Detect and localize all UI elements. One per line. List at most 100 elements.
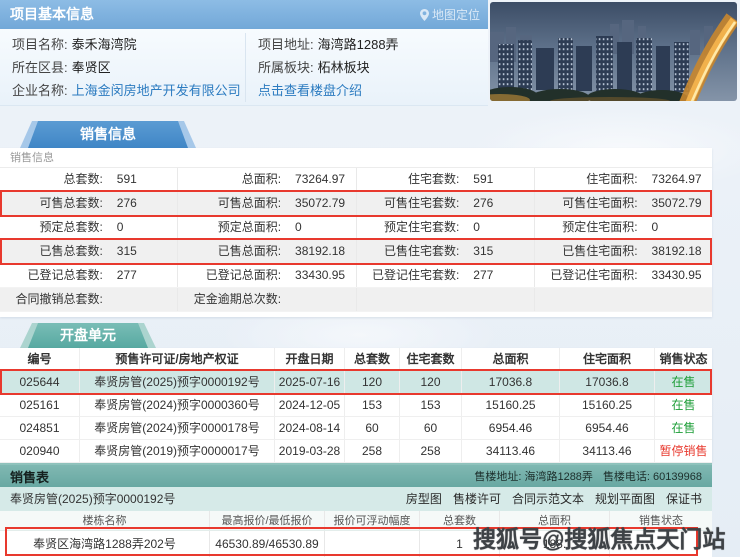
sales-info-cell: 总面积:73264.97 [178, 168, 356, 191]
field-value: 0 [281, 216, 355, 239]
cell: 6954.46 [462, 417, 560, 439]
field-label [535, 288, 638, 311]
cell: 奉贤区海湾路1288弄202号 [0, 531, 210, 557]
field-value [459, 288, 533, 311]
column-header: 报价可浮动幅度 [325, 511, 420, 530]
cell: 奉贤房管(2019)预字0000017号 [80, 440, 275, 462]
opening-unit-row[interactable]: 024851奉贤房管(2024)预字0000178号2024-08-146060… [0, 417, 712, 440]
sales-info-cell [357, 288, 535, 311]
field-label: 可售总面积: [178, 192, 281, 215]
cell: 6954.46 [560, 417, 655, 439]
sales-office-info: 售楼地址: 海湾路1288弄 售楼电话: 60139968 [474, 468, 702, 484]
sales-info-cell: 已售总面积:38192.18 [178, 240, 356, 263]
opening-units-rows: 025644奉贤房管(2025)预字0000192号2025-07-161201… [0, 371, 712, 463]
doc-link[interactable]: 保证书 [666, 487, 702, 511]
project-block-label: 所属板块: [258, 60, 314, 75]
cell: 2025-07-16 [275, 371, 345, 393]
opening-units-panel: 编号预售许可证/房地产权证开盘日期总套数住宅套数总面积住宅面积销售状态 0256… [0, 348, 712, 463]
project-info-panel: 项目名称:泰禾海湾院 所在区县:奉贤区 企业名称:上海金闵房地产开发有限公司 项… [0, 29, 488, 106]
cell: 34113.46 [560, 440, 655, 462]
field-label: 预定住宅面积: [535, 216, 638, 239]
sales-info-cell: 已登记住宅面积:33430.95 [535, 264, 712, 287]
intro-link[interactable]: 点击查看楼盘介绍 [258, 83, 362, 98]
column-header: 住宅面积 [560, 348, 655, 370]
sales-info-row: 预定总套数:0预定总面积:0预定住宅套数:0预定住宅面积:0 [0, 216, 712, 240]
field-value: 315 [459, 240, 533, 263]
cell: 258 [345, 440, 400, 462]
field-value: 0 [103, 216, 177, 239]
opening-unit-row[interactable]: 020940奉贤房管(2019)预字0000017号2019-03-282582… [0, 440, 712, 463]
sales-info-cell [535, 288, 712, 311]
field-label [357, 288, 460, 311]
field-label: 已登记总套数: [0, 264, 103, 287]
map-locate-link[interactable]: 地图定位 [420, 0, 480, 29]
sale-status: 暂停销售 [655, 440, 712, 462]
cell: 153 [345, 394, 400, 416]
sales-info-cell: 已登记总套数:277 [0, 264, 178, 287]
field-label: 总面积: [178, 168, 281, 191]
project-photo [490, 2, 737, 101]
field-value: 33430.95 [281, 264, 355, 287]
project-name-row: 项目名称:泰禾海湾院 [0, 33, 244, 56]
sales-info-cell: 预定住宅面积:0 [535, 216, 712, 239]
field-value [103, 288, 177, 311]
project-company-label: 企业名称: [12, 83, 68, 98]
sales-table-links: 房型图售楼许可合同示范文本规划平面图保证书 [406, 487, 702, 511]
cell: 17036.8 [560, 371, 655, 393]
field-label: 可售住宅套数: [357, 192, 460, 215]
sales-info-cell: 已售住宅面积:38192.18 [535, 240, 712, 263]
sales-info-row: 合同撤销总套数: 定金逾期总次数: [0, 288, 712, 312]
sales-info-cell: 住宅套数:591 [357, 168, 535, 191]
field-value: 73264.97 [281, 168, 355, 191]
sales-info-cell: 合同撤销总套数: [0, 288, 178, 311]
doc-link[interactable]: 规划平面图 [595, 487, 655, 511]
sales-info-cell: 已售总套数:315 [0, 240, 178, 263]
cell: 15160.25 [560, 394, 655, 416]
sales-info-cell: 可售住宅套数:276 [357, 192, 535, 215]
field-label: 预定总面积: [178, 216, 281, 239]
sales-info-panel: 销售信息 总套数:591总面积:73264.97住宅套数:591住宅面积:732… [0, 148, 712, 317]
sales-info-cell: 已登记住宅套数:277 [357, 264, 535, 287]
map-locate-label: 地图定位 [432, 6, 480, 23]
sales-info-cell: 已登记总面积:33430.95 [178, 264, 356, 287]
sales-info-row: 已售总套数:315已售总面积:38192.18已售住宅套数:315已售住宅面积:… [0, 240, 712, 264]
field-label: 总套数: [0, 168, 103, 191]
sales-info-cell: 定金逾期总次数: [178, 288, 356, 311]
company-link[interactable]: 上海金闵房地产开发有限公司 [72, 83, 241, 98]
permit-number: 奉贤房管(2025)预字0000192号 [10, 487, 175, 511]
sales-office-phone: 售楼电话: 60139968 [603, 468, 702, 484]
opening-unit-row[interactable]: 025644奉贤房管(2025)预字0000192号2025-07-161201… [0, 371, 712, 394]
sales-info-row: 总套数:591总面积:73264.97住宅套数:591住宅面积:73264.97 [0, 168, 712, 192]
column-header: 总套数 [345, 348, 400, 370]
field-label: 已售住宅面积: [535, 240, 638, 263]
column-header: 编号 [0, 348, 80, 370]
tab-opening-units: 开盘单元 [28, 323, 148, 348]
doc-link[interactable]: 售楼许可 [453, 487, 501, 511]
sales-table-title: 销售表 [10, 467, 49, 486]
field-label: 可售总套数: [0, 192, 103, 215]
field-value: 315 [103, 240, 177, 263]
sales-office-address: 售楼地址: 海湾路1288弄 [474, 468, 593, 484]
doc-link[interactable]: 合同示范文本 [512, 487, 584, 511]
sales-info-cell: 预定总套数:0 [0, 216, 178, 239]
cell: 46530.89/46530.89 [210, 531, 325, 557]
map-pin-icon [420, 9, 429, 21]
opening-unit-row[interactable]: 025161奉贤房管(2024)预字0000360号2024-12-051531… [0, 394, 712, 417]
sales-info-cell: 预定总面积:0 [178, 216, 356, 239]
sales-info-row: 可售总套数:276可售总面积:35072.79可售住宅套数:276可售住宅面积:… [0, 192, 712, 216]
field-value: 38192.18 [281, 240, 355, 263]
field-value: 591 [459, 168, 533, 191]
project-district-label: 所在区县: [12, 60, 68, 75]
cell: 2019-03-28 [275, 440, 345, 462]
field-label: 合同撤销总套数: [0, 288, 103, 311]
column-header: 销售状态 [655, 348, 712, 370]
field-value: 33430.95 [638, 264, 712, 287]
field-label: 住宅面积: [535, 168, 638, 191]
doc-link[interactable]: 房型图 [406, 487, 442, 511]
field-value: 35072.79 [281, 192, 355, 215]
sales-info-subheader: 销售信息 [0, 148, 712, 168]
column-header: 楼栋名称 [0, 511, 210, 530]
cell: 120 [345, 371, 400, 393]
sales-info-cell: 总套数:591 [0, 168, 178, 191]
cell: 024851 [0, 417, 80, 439]
